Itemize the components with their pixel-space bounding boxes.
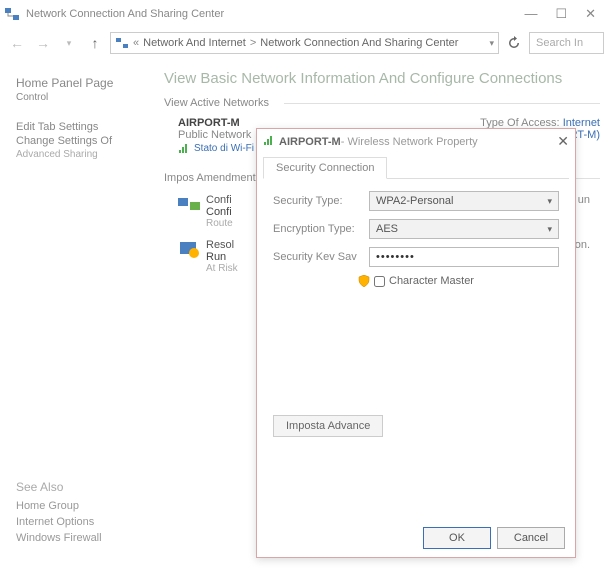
navbar: ← → ▾ ↑ « Network And Internet > Network…: [0, 28, 610, 58]
setup-sub2: Route: [206, 218, 233, 229]
chevron-down-icon: ▾: [547, 196, 552, 207]
close-button[interactable]: ✕: [585, 6, 596, 22]
wifi-status-text[interactable]: Stato di Wi-Fi: [194, 143, 254, 154]
minimize-button[interactable]: —: [524, 6, 537, 22]
forward-button[interactable]: →: [32, 32, 54, 54]
refresh-button[interactable]: [503, 32, 525, 54]
troubleshoot-title: Resol: [206, 239, 238, 251]
address-dropdown-icon[interactable]: ▾: [489, 38, 494, 49]
troubleshoot-side: on.: [575, 239, 600, 251]
seealso-heading: See Also: [16, 480, 154, 494]
network-type: Public Network: [178, 129, 251, 141]
page-heading: View Basic Network Information And Confi…: [164, 70, 600, 87]
security-key-label: Security Kev Sav: [273, 251, 363, 263]
security-type-select[interactable]: WPA2-Personal ▾: [369, 191, 559, 211]
search-placeholder: Search In: [536, 37, 583, 49]
wifi-properties-dialog: AIRPORT-M - Wireless Network Property ✕ …: [256, 128, 576, 558]
encryption-type-label: Encryption Type:: [273, 223, 363, 235]
address-icon: [115, 36, 129, 50]
troubleshoot-sub1: Run: [206, 251, 238, 263]
wifi-icon: [263, 136, 275, 148]
troubleshoot-icon: [178, 239, 200, 259]
sidebar-link-advanced-sharing[interactable]: Advanced Sharing: [16, 149, 154, 160]
window-titlebar: Network Connection And Sharing Center — …: [0, 0, 610, 28]
ok-button[interactable]: OK: [423, 527, 491, 549]
dialog-titlebar: AIRPORT-M - Wireless Network Property ✕: [257, 129, 575, 154]
advanced-settings-button[interactable]: Imposta Advance: [273, 415, 383, 437]
setup-title: Confi: [206, 194, 233, 206]
maximize-button[interactable]: ☐: [555, 6, 567, 22]
dialog-title-suffix: - Wireless Network Property: [341, 136, 478, 148]
dropdown-history-icon[interactable]: ▾: [58, 32, 80, 54]
setup-connection-icon: [178, 194, 200, 214]
seealso-windows-firewall[interactable]: Windows Firewall: [16, 532, 154, 544]
seealso-homegroup[interactable]: Home Group: [16, 500, 154, 512]
sidebar-link-change-settings[interactable]: Change Settings Of: [16, 135, 154, 147]
sidebar-link-edit-tab[interactable]: Edit Tab Settings: [16, 121, 154, 133]
setup-side: un: [578, 194, 600, 206]
network-sharing-icon: [4, 6, 20, 22]
security-key-input[interactable]: ••••••••: [369, 247, 559, 267]
crumb-sep-2: >: [250, 37, 256, 49]
character-master-checkbox[interactable]: [374, 276, 385, 287]
wifi-signal-icon: [178, 144, 190, 154]
encryption-type-select[interactable]: AES ▾: [369, 219, 559, 239]
tab-security[interactable]: Security Connection: [263, 157, 387, 179]
up-button[interactable]: ↑: [84, 32, 106, 54]
sidebar-home-sub: Control: [16, 92, 154, 103]
sidebar-home-title[interactable]: Home Panel Page: [16, 76, 154, 90]
network-name: AIRPORT-M: [178, 117, 251, 129]
seealso-internet-options[interactable]: Internet Options: [16, 516, 154, 528]
dialog-title-name: AIRPORT-M: [279, 136, 341, 148]
breadcrumb-2[interactable]: Network Connection And Sharing Center: [260, 37, 458, 49]
troubleshoot-sub2: At Risk: [206, 263, 238, 274]
setup-sub1: Confi: [206, 206, 233, 218]
shield-icon: [358, 275, 370, 287]
chevron-down-icon-2: ▾: [547, 224, 552, 235]
encryption-type-value: AES: [376, 223, 398, 235]
dialog-close-button[interactable]: ✕: [557, 133, 569, 150]
breadcrumb-1[interactable]: Network And Internet: [143, 37, 246, 49]
address-bar[interactable]: « Network And Internet > Network Connect…: [110, 32, 499, 54]
active-networks-label: View Active Networks: [164, 97, 600, 109]
search-input[interactable]: Search In: [529, 32, 604, 54]
back-button[interactable]: ←: [6, 32, 28, 54]
security-type-value: WPA2-Personal: [376, 195, 453, 207]
cancel-button[interactable]: Cancel: [497, 527, 565, 549]
character-master-label: Character Master: [389, 275, 474, 287]
crumb-sep: «: [133, 37, 139, 49]
sidebar: Home Panel Page Control Edit Tab Setting…: [10, 66, 160, 548]
security-type-label: Security Type:: [273, 195, 363, 207]
window-title: Network Connection And Sharing Center: [26, 8, 524, 20]
